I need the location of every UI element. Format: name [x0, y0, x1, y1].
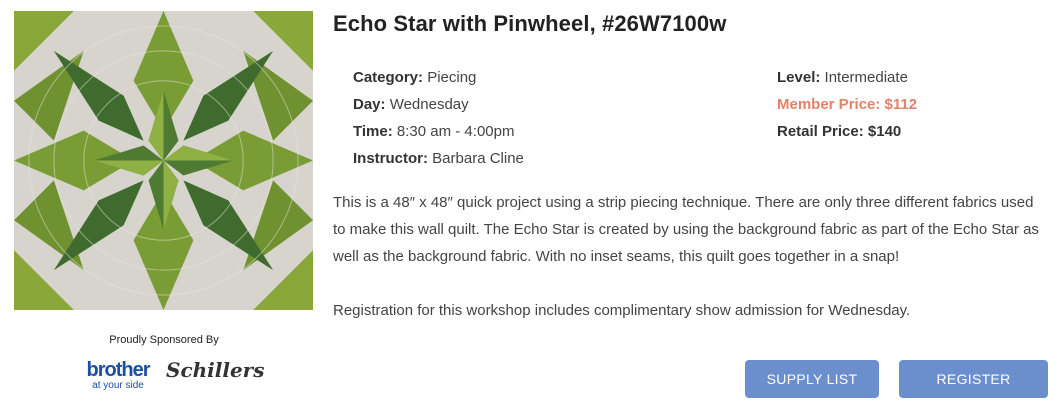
brother-logo-tagline: at your side: [92, 380, 144, 391]
instructor-value: Barbara Cline: [432, 150, 524, 167]
instructor-label: Instructor:: [353, 150, 428, 167]
member-price-row: Member Price: $112: [777, 91, 917, 118]
level-value: Intermediate: [824, 69, 908, 86]
brother-logo-name: brother: [86, 359, 151, 381]
member-price-label: Member Price:: [777, 96, 881, 113]
category-row: Category: Piecing: [353, 64, 524, 91]
brother-logo[interactable]: brother at your side: [78, 360, 158, 391]
day-label: Day:: [353, 96, 386, 113]
workshop-description: This is a 48″ x 48″ quick project using …: [333, 194, 1039, 265]
supply-list-button[interactable]: SUPPLY LIST: [745, 360, 879, 398]
registration-note: Registration for this workshop includes …: [333, 302, 911, 319]
day-row: Day: Wednesday: [353, 91, 524, 118]
sponsor-block: Proudly Sponsored By brother at your sid…: [60, 334, 270, 410]
level-label: Level:: [777, 69, 821, 86]
instructor-row: Instructor: Barbara Cline: [353, 145, 524, 172]
retail-price-label: Retail Price:: [777, 123, 864, 140]
schillers-logo-name: Schillers: [166, 358, 265, 382]
quilt-star-icon: [14, 11, 313, 310]
day-value: Wednesday: [389, 96, 469, 113]
time-value: 8:30 am - 4:00pm: [396, 123, 515, 140]
time-label: Time:: [353, 123, 393, 140]
retail-price-row: Retail Price: $140: [777, 118, 917, 145]
level-row: Level: Intermediate: [777, 64, 917, 91]
details-right: Level: Intermediate Member Price: $112 R…: [777, 64, 917, 145]
time-row: Time: 8:30 am - 4:00pm: [353, 118, 524, 145]
register-button[interactable]: REGISTER: [899, 360, 1048, 398]
retail-price-value: $140: [867, 123, 902, 140]
category-value: Piecing: [427, 69, 477, 86]
details-left: Category: Piecing Day: Wednesday Time: 8…: [353, 64, 524, 172]
member-price-value: $112: [884, 96, 918, 113]
category-label: Category:: [353, 69, 424, 86]
sponsor-heading: Proudly Sponsored By: [109, 334, 219, 346]
quilt-photo: [14, 11, 313, 310]
sponsor-logos: brother at your side Schillers: [60, 358, 270, 410]
workshop-title: Echo Star with Pinwheel, #26W7100w: [333, 11, 727, 36]
schillers-logo[interactable]: Schillers: [166, 358, 265, 382]
